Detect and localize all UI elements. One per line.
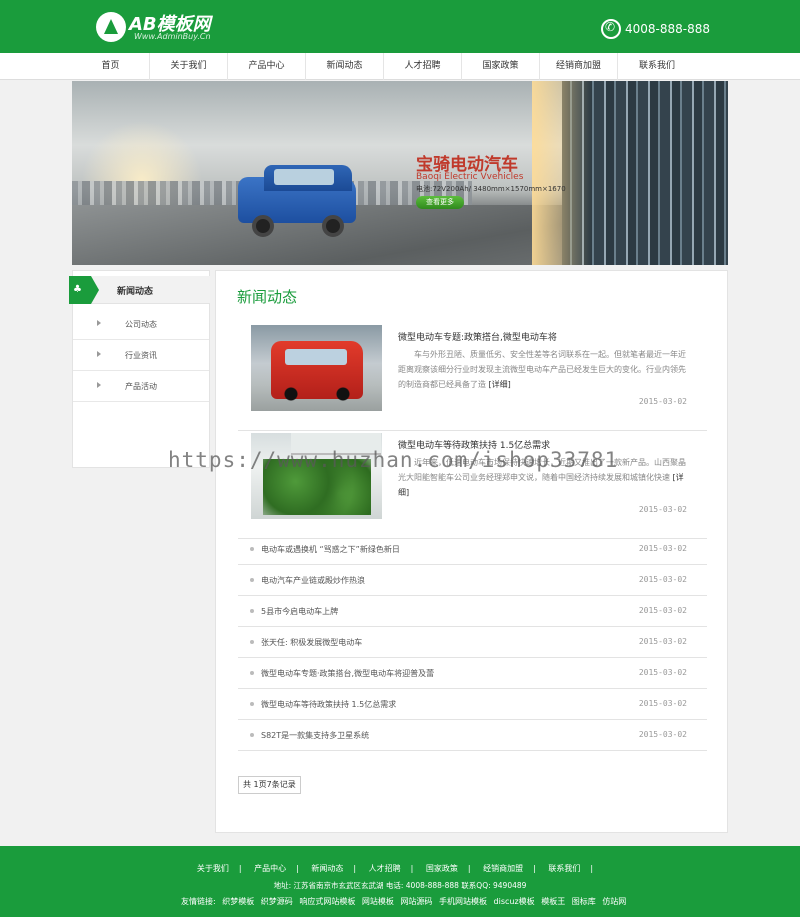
- header-bar: AB模板网 Www.AdminBuy.Cn 4008-888-888: [0, 0, 800, 53]
- phone-number: 4008-888-888: [625, 22, 711, 36]
- nav-item-products[interactable]: 产品中心: [228, 53, 306, 80]
- sidebar-item-label: 产品活动: [125, 382, 157, 391]
- logo-a-icon: [96, 12, 126, 42]
- banner-building: [532, 81, 728, 265]
- sidebar-title: 新闻动态: [117, 287, 154, 297]
- list-item-title[interactable]: 微型电动车等待政策扶持 1.5亿总需求: [261, 699, 396, 710]
- list-item[interactable]: 5县市今启电动车上牌 2015-03-02: [238, 596, 707, 627]
- banner-car-image: [238, 163, 358, 239]
- list-item-title[interactable]: 电动汽车产业链或殿炒作热浪: [261, 575, 365, 586]
- caret-right-icon: [97, 320, 101, 326]
- caret-right-icon: [97, 382, 101, 388]
- bullet-icon: [250, 671, 254, 675]
- footer-link-news[interactable]: 新闻动态: [311, 864, 343, 873]
- nav-item-about[interactable]: 关于我们: [150, 53, 228, 80]
- friend-link[interactable]: 图标库: [572, 897, 596, 906]
- read-more-link[interactable]: [详细]: [489, 380, 511, 389]
- page-title: 新闻动态: [237, 288, 298, 306]
- bullet-icon: [250, 547, 254, 551]
- news-date: 2015-03-02: [638, 397, 687, 406]
- list-item-title[interactable]: 电动车或遇换机 “骂惑之下”新绿色新日: [261, 544, 400, 555]
- friend-links-label: 友情链接:: [181, 897, 216, 906]
- nav-item-policy[interactable]: 国家政策: [462, 53, 540, 80]
- sidebar-item-company-news[interactable]: 公司动态: [73, 309, 209, 340]
- phone-icon: [601, 19, 621, 39]
- users-icon: ♣: [73, 284, 82, 295]
- watermark-text: https://www.huzhan.com/ishop33781: [168, 448, 619, 472]
- sidebar-header: ♣ 新闻动态: [69, 276, 210, 304]
- sidebar-item-label: 行业资讯: [125, 351, 157, 360]
- friend-link[interactable]: 手机网站模板: [439, 897, 487, 906]
- news-thumbnail[interactable]: [251, 325, 382, 411]
- friend-link[interactable]: 织梦模板: [222, 897, 254, 906]
- sidebar: ♣ 新闻动态 公司动态 行业资讯 产品活动: [69, 270, 210, 468]
- list-item[interactable]: 微型电动车专题·政策搭台,微型电动车将迎普及蕾 2015-03-02: [238, 658, 707, 689]
- banner-subtitle: Baoqi Electric Vvehicles: [416, 172, 524, 182]
- list-item-date: 2015-03-02: [638, 699, 687, 708]
- footer-link-policy[interactable]: 国家政策: [426, 864, 458, 873]
- news-title[interactable]: 微型电动车专题:政策搭台,微型电动车将: [398, 330, 557, 343]
- news-thumbnail[interactable]: [251, 433, 382, 519]
- sidebar-badge: ♣: [69, 276, 99, 304]
- bullet-icon: [250, 702, 254, 706]
- list-item-date: 2015-03-02: [638, 575, 687, 584]
- sidebar-item-product-events[interactable]: 产品活动: [73, 371, 209, 402]
- bullet-icon: [250, 733, 254, 737]
- site-logo[interactable]: AB模板网 Www.AdminBuy.Cn: [96, 9, 236, 45]
- list-item-date: 2015-03-02: [638, 606, 687, 615]
- news-date: 2015-03-02: [638, 505, 687, 514]
- list-item-date: 2015-03-02: [638, 730, 687, 739]
- bullet-icon: [250, 640, 254, 644]
- friend-link[interactable]: 网站源码: [400, 897, 432, 906]
- pagination-info: 共 1页7条记录: [238, 776, 301, 794]
- bullet-icon: [250, 609, 254, 613]
- friend-link[interactable]: discuz模板: [494, 897, 535, 906]
- banner-more-button[interactable]: 查看更多: [416, 196, 464, 209]
- caret-right-icon: [97, 351, 101, 357]
- list-item-date: 2015-03-02: [638, 544, 687, 553]
- footer-link-jobs[interactable]: 人才招聘: [369, 864, 401, 873]
- list-item-date: 2015-03-02: [638, 668, 687, 677]
- list-item-title[interactable]: 微型电动车专题·政策搭台,微型电动车将迎普及蕾: [261, 668, 434, 679]
- bullet-icon: [250, 578, 254, 582]
- list-item-date: 2015-03-02: [638, 637, 687, 646]
- footer-link-contact[interactable]: 联系我们: [548, 864, 580, 873]
- news-summary: 车与外形丑陋、质量低劣、安全性差等名词联系在一起。但就笔者最近一年近距离观察该细…: [398, 350, 686, 389]
- news-content: 新闻动态 微型电动车专题:政策搭台,微型电动车将 车与外形丑陋、质量低劣、安全性…: [215, 270, 728, 833]
- friend-link[interactable]: 织梦源码: [261, 897, 293, 906]
- friend-link[interactable]: 网站模板: [362, 897, 394, 906]
- list-item[interactable]: 电动车或遇换机 “骂惑之下”新绿色新日 2015-03-02: [238, 534, 707, 565]
- sidebar-item-industry-news[interactable]: 行业资讯: [73, 340, 209, 371]
- list-item-title[interactable]: S82T是一款集支持多卫星系统: [261, 730, 369, 741]
- nav-item-jobs[interactable]: 人才招聘: [384, 53, 462, 80]
- nav-item-dealer[interactable]: 经销商加盟: [540, 53, 618, 80]
- list-item[interactable]: 张天任: 积极发展微型电动车 2015-03-02: [238, 627, 707, 658]
- main-nav: 首页 关于我们 产品中心 新闻动态 人才招聘 国家政策 经销商加盟 联系我们: [0, 53, 800, 80]
- list-item-title[interactable]: 5县市今启电动车上牌: [261, 606, 338, 617]
- footer-link-products[interactable]: 产品中心: [254, 864, 286, 873]
- banner-spec: 电池:72V200Ah/ 3480mm×1570mm×1670: [416, 185, 566, 193]
- list-item[interactable]: 电动汽车产业链或殿炒作热浪 2015-03-02: [238, 565, 707, 596]
- list-item[interactable]: S82T是一款集支持多卫星系统 2015-03-02: [238, 720, 707, 751]
- list-item-title[interactable]: 张天任: 积极发展微型电动车: [261, 637, 362, 648]
- nav-item-news[interactable]: 新闻动态: [306, 53, 384, 80]
- sidebar-item-label: 公司动态: [125, 320, 157, 329]
- featured-news-item[interactable]: 微型电动车专题:政策搭台,微型电动车将 车与外形丑陋、质量低劣、安全性差等名词联…: [238, 325, 707, 431]
- list-item[interactable]: 微型电动车等待政策扶持 1.5亿总需求 2015-03-02: [238, 689, 707, 720]
- footer: 关于我们 | 产品中心 | 新闻动态 | 人才招聘 | 国家政策 | 经销商加盟 | 联系我…: [0, 846, 800, 917]
- hero-banner[interactable]: 宝骑电动汽车 Baoqi Electric Vvehicles 电池:72V20…: [72, 81, 728, 265]
- friend-links: 友情链接: 织梦模板 织梦源码 响应式网站模板 网站模板 网站源码 手机网站模板…: [181, 896, 630, 907]
- logo-subtitle: Www.AdminBuy.Cn: [134, 32, 211, 41]
- footer-link-dealer[interactable]: 经销商加盟: [483, 864, 523, 873]
- friend-link[interactable]: 模板王: [541, 897, 565, 906]
- friend-link[interactable]: 仿站网: [602, 897, 626, 906]
- friend-link[interactable]: 响应式网站模板: [299, 897, 355, 906]
- nav-item-home[interactable]: 首页: [72, 53, 150, 80]
- footer-nav: 关于我们 | 产品中心 | 新闻动态 | 人才招聘 | 国家政策 | 经销商加盟 | 联系我…: [196, 864, 594, 873]
- footer-address: 地址: 江苏省南京市玄武区玄武湖 电话: 4008-888-888 联系QQ: …: [273, 881, 527, 890]
- nav-item-contact[interactable]: 联系我们: [618, 53, 696, 80]
- footer-link-about[interactable]: 关于我们: [197, 864, 229, 873]
- news-list: 电动车或遇换机 “骂惑之下”新绿色新日 2015-03-02 电动汽车产业链或殿炒…: [238, 534, 707, 751]
